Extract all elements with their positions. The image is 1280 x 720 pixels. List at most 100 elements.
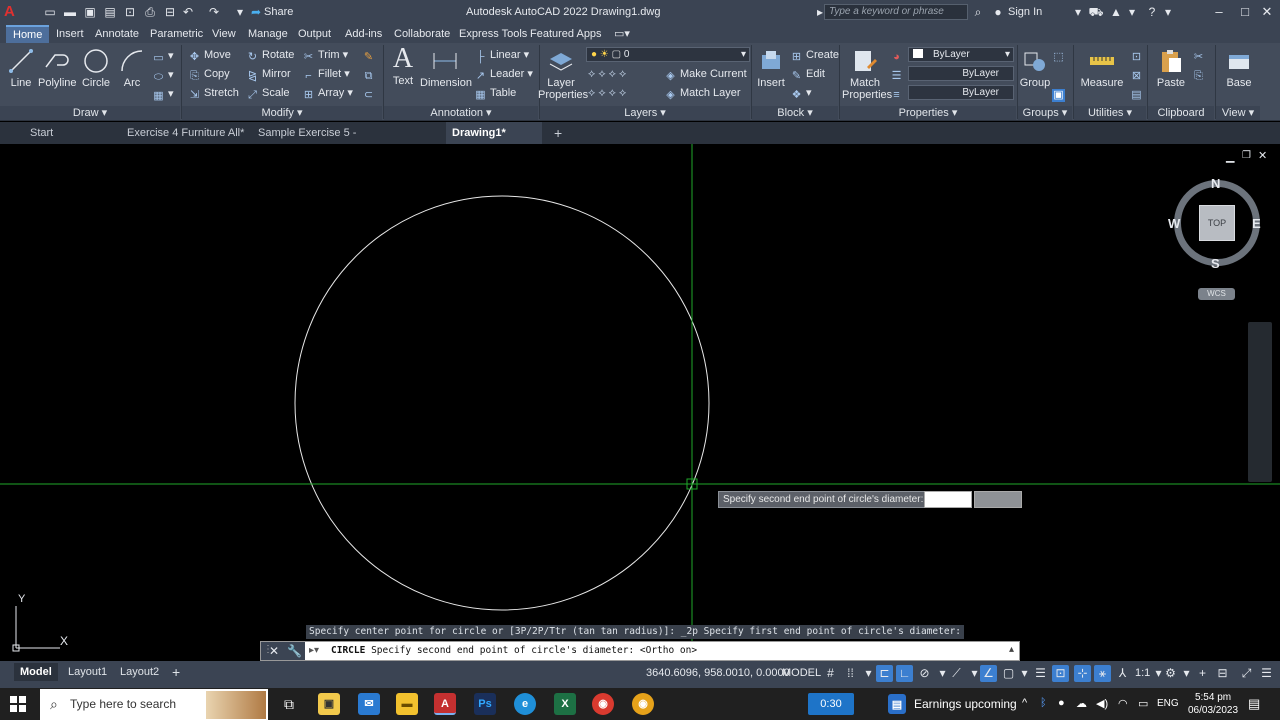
close-command-icon[interactable]: ✕: [269, 644, 279, 658]
leader-button[interactable]: ↗ Leader ▾: [474, 67, 533, 83]
cursor-coordinates[interactable]: 3640.6096, 958.0010, 0.0000: [646, 667, 790, 679]
battery-icon[interactable]: ▭: [1138, 697, 1148, 710]
close-icon[interactable]: ✕: [1258, 3, 1276, 21]
object-snap-tracking-icon[interactable]: ∠: [980, 665, 997, 682]
tab-add-ins[interactable]: Add-ins: [345, 26, 382, 42]
command-history-toggle-icon[interactable]: ▴: [1009, 644, 1014, 655]
select-all-icon[interactable]: ⊠: [1130, 67, 1146, 83]
edit-block-button[interactable]: ✎ Edit: [790, 67, 825, 83]
new-file-icon[interactable]: ▭: [42, 4, 58, 20]
selection-cycling-icon[interactable]: ⊹: [1074, 665, 1091, 682]
circle-entity[interactable]: [294, 195, 710, 611]
create-block-button[interactable]: ⊞ Create: [790, 48, 839, 64]
line-button[interactable]: Line: [6, 47, 36, 89]
tab-express-tools[interactable]: Express Tools: [459, 26, 527, 42]
explode-icon[interactable]: ⧉: [362, 67, 378, 83]
cart-icon[interactable]: ⛟: [1088, 4, 1104, 20]
show-hidden-icons-chevron[interactable]: ^: [1022, 697, 1027, 709]
tab-annotate[interactable]: Annotate: [95, 26, 139, 42]
tab-insert[interactable]: Insert: [56, 26, 84, 42]
viewport-minimize-icon[interactable]: ▁: [1226, 150, 1234, 163]
properties-panel-title[interactable]: Properties ▾: [840, 106, 1016, 120]
snap-dropdown-icon[interactable]: ▾: [860, 665, 877, 682]
match-layer-button[interactable]: ◈ Match Layer: [664, 86, 740, 102]
language-indicator[interactable]: ENG: [1157, 698, 1179, 709]
group-select-icon[interactable]: ▣: [1052, 86, 1068, 102]
tab-home[interactable]: Home: [6, 25, 50, 43]
move-button[interactable]: ✥ Move: [188, 48, 231, 64]
windows-start-icon[interactable]: [10, 696, 26, 712]
annotation-visibility-icon[interactable]: ⚹: [1094, 665, 1111, 682]
isodraft-icon[interactable]: ⟋: [948, 665, 965, 682]
photoshop-icon[interactable]: Ps: [474, 693, 496, 715]
block-panel-title[interactable]: Block ▾: [752, 106, 838, 120]
user-icon[interactable]: ●: [990, 4, 1006, 20]
ungroup-icon[interactable]: ⬚: [1052, 48, 1068, 64]
layer-tools-row1[interactable]: ⟡ ⟡ ⟡ ⟡: [588, 67, 626, 81]
undo-icon[interactable]: ↶: [180, 4, 196, 20]
draw-panel-title[interactable]: Draw ▾: [0, 106, 180, 120]
tab-featured-apps[interactable]: Featured Apps: [530, 26, 602, 42]
plot-icon[interactable]: ⎙: [142, 4, 158, 20]
compass-south[interactable]: S: [1211, 256, 1220, 271]
annotation-panel-title[interactable]: Annotation ▾: [384, 106, 538, 120]
annotation-monitor-plus-icon[interactable]: +: [1194, 665, 1211, 682]
array-button[interactable]: ⊞ Array ▾: [302, 86, 353, 102]
groups-panel-title[interactable]: Groups ▾: [1018, 106, 1072, 120]
polar-tracking-icon[interactable]: ⊘: [916, 665, 933, 682]
microphone-icon[interactable]: ●: [1058, 697, 1065, 709]
file-explorer-icon[interactable]: ▬: [396, 693, 418, 715]
modify-panel-title[interactable]: Modify ▾: [182, 106, 382, 120]
viewcube-top-face[interactable]: TOP: [1199, 205, 1235, 241]
customize-wrench-icon[interactable]: 🔧: [287, 644, 302, 658]
cut-icon[interactable]: ✂: [1192, 48, 1208, 64]
clean-screen-icon[interactable]: ⤢: [1238, 665, 1255, 682]
make-current-button[interactable]: ◈ Make Current: [664, 67, 746, 83]
object-snap-dropdown-icon[interactable]: ▾: [1016, 665, 1033, 682]
autocad-taskbar-icon[interactable]: A: [434, 693, 456, 715]
help-icon[interactable]: ?: [1144, 4, 1160, 20]
save-icon[interactable]: ▣: [82, 4, 98, 20]
utilities-panel-title[interactable]: Utilities ▾: [1074, 106, 1146, 120]
chrome-icon[interactable]: ◉: [592, 693, 614, 715]
help-search-input[interactable]: Type a keyword or phrase: [824, 4, 968, 20]
transparency-icon[interactable]: ⊡: [1052, 665, 1069, 682]
app-dropdown-icon[interactable]: ▾: [1124, 4, 1140, 20]
linetype-icon[interactable]: ≡: [890, 86, 906, 102]
model-space-toggle[interactable]: MODEL: [782, 667, 821, 679]
paste-button[interactable]: Paste: [1154, 47, 1188, 89]
grid-icon[interactable]: #: [822, 665, 839, 682]
command-input[interactable]: CIRCLE Specify second end point of circl…: [313, 645, 697, 656]
new-tab-plus-icon[interactable]: +: [548, 122, 568, 144]
copy-clip-icon[interactable]: ⎘: [1192, 67, 1208, 83]
open-folder-icon[interactable]: ▬: [62, 4, 78, 20]
lineweight-display-icon[interactable]: ☰: [1032, 665, 1049, 682]
compass-north[interactable]: N: [1211, 176, 1220, 191]
layout-tab-layout1[interactable]: Layout1: [62, 663, 113, 681]
signin-dropdown-icon[interactable]: ▾: [1070, 4, 1086, 20]
news-icon[interactable]: ▤: [888, 694, 906, 714]
drawing-canvas[interactable]: Y X ▁ ❐ ✕: [0, 144, 1280, 661]
tab-collaborate[interactable]: Collaborate: [394, 26, 450, 42]
dimension-button[interactable]: Dimension: [420, 47, 472, 89]
block-attributes-icon[interactable]: ❖ ▾: [790, 86, 812, 102]
erase-icon[interactable]: ✎: [362, 48, 378, 64]
bluetooth-icon[interactable]: ᛒ: [1040, 697, 1047, 709]
navigation-bar[interactable]: [1248, 322, 1272, 482]
excel-icon[interactable]: X: [554, 693, 576, 715]
viewport-close-icon[interactable]: ✕: [1258, 149, 1267, 162]
search-highlight-image[interactable]: [206, 691, 266, 719]
publish-icon[interactable]: ⊟: [162, 4, 178, 20]
maximize-icon[interactable]: □: [1236, 3, 1254, 21]
annotation-scale-value[interactable]: 1:1: [1135, 667, 1150, 679]
group-button[interactable]: Group: [1018, 47, 1052, 89]
volume-icon[interactable]: ◀): [1096, 697, 1108, 710]
units-icon[interactable]: ⊟: [1214, 665, 1231, 682]
web-mobile-icon[interactable]: ⊡: [122, 4, 138, 20]
workspace-gear-icon[interactable]: ⚙: [1162, 665, 1179, 682]
lineweight-dropdown[interactable]: ByLayer: [908, 85, 1014, 100]
layout-tab-model[interactable]: Model: [14, 663, 58, 681]
layout-tab-layout2[interactable]: Layout2: [114, 663, 165, 681]
stretch-button[interactable]: ⇲ Stretch: [188, 86, 239, 102]
cloud-icon[interactable]: ☁: [1076, 697, 1087, 710]
